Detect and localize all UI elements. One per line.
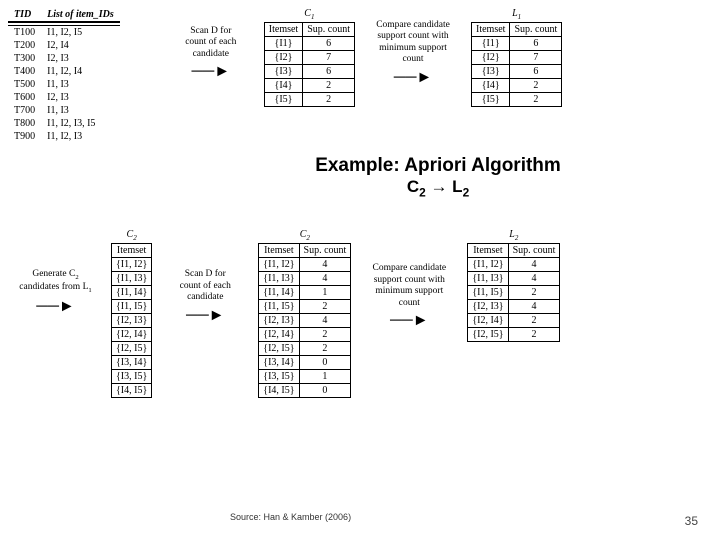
C2b-table: ItemsetSup. count {I1, I2}4{I1, I3}4{I1,… xyxy=(258,243,351,398)
tx-h2: List of item_IDs xyxy=(41,8,120,22)
step3: Scan D for count of each candidate ──► xyxy=(160,269,250,324)
step1: Scan D for count of each candidate ──► xyxy=(166,26,256,81)
arrow-icon: ──► xyxy=(160,306,250,325)
C1-block: C1 ItemsetSup. count {I1}6{I2}7{I3}6{I4}… xyxy=(264,8,355,107)
slide-title: Example: Apriori Algorithm C2 → L2 xyxy=(258,155,618,199)
C2b-block: C2 ItemsetSup. count {I1, I2}4{I1, I3}4{… xyxy=(258,229,351,398)
C2a-block: C2 Itemset {I1, I2}{I1, I3}{I1, I4}{I1, … xyxy=(111,229,152,398)
page-number: 35 xyxy=(685,514,698,528)
gen-step: Generate C2 candidates from L1 ──► xyxy=(8,269,103,316)
C1-table: ItemsetSup. count {I1}6{I2}7{I3}6{I4}2{I… xyxy=(264,22,355,107)
slide-subtitle: C2 → L2 xyxy=(258,177,618,199)
mid-row: Generate C2 candidates from L1 ──► C2 It… xyxy=(8,229,712,398)
L2-block: L2 ItemsetSup. count {I1, I2}4{I1, I3}4{… xyxy=(467,229,560,342)
L2-table: ItemsetSup. count {I1, I2}4{I1, I3}4{I1,… xyxy=(467,243,560,342)
source-citation: Source: Han & Kamber (2006) xyxy=(230,512,351,522)
L1-block: L1 ItemsetSup. count {I1}6{I2}7{I3}6{I4}… xyxy=(471,8,562,107)
step4: Compare candidate support count with min… xyxy=(359,263,459,330)
C2a-table: Itemset {I1, I2}{I1, I3}{I1, I4}{I1, I5}… xyxy=(111,243,152,398)
transaction-table: TIDList of item_IDs T100I1, I2, I5T200I2… xyxy=(8,8,120,143)
tx-h1: TID xyxy=(8,8,41,22)
arrow-icon: ──► xyxy=(363,68,463,87)
tx-body: T100I1, I2, I5T200I2, I4T300I2, I3T400I1… xyxy=(8,26,120,144)
step2: Compare candidate support count with min… xyxy=(363,20,463,87)
arrow-icon: ──► xyxy=(8,297,103,316)
top-row: TIDList of item_IDs T100I1, I2, I5T200I2… xyxy=(8,8,712,143)
arrow-icon: ──► xyxy=(359,311,459,330)
L1-table: ItemsetSup. count {I1}6{I2}7{I3}6{I4}2{I… xyxy=(471,22,562,107)
arrow-icon: ──► xyxy=(166,62,256,81)
